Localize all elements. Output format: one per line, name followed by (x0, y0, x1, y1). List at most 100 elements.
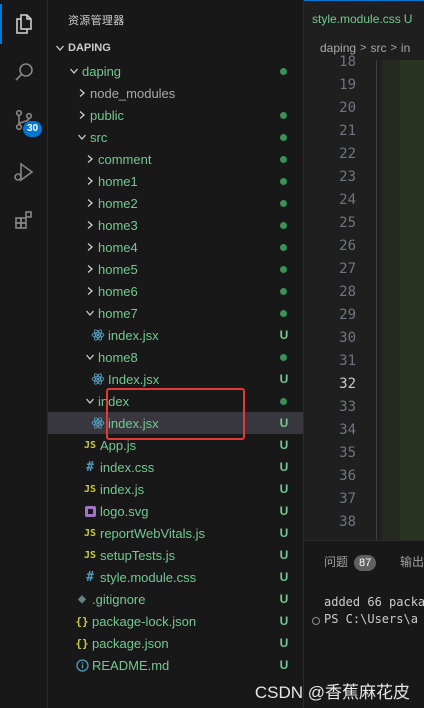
modified-dot-icon (280, 266, 287, 273)
js-icon: JS (83, 439, 97, 451)
tree-folder-item[interactable]: home5 (48, 258, 303, 280)
tree-folder-item[interactable]: public (48, 104, 303, 126)
breadcrumb-item[interactable]: in (401, 41, 410, 55)
workspace-root[interactable]: DAPING (48, 37, 303, 59)
editor-tab[interactable]: style.module.css U (304, 0, 424, 36)
search-button[interactable] (0, 48, 48, 96)
tree-item-label: home8 (98, 349, 138, 365)
line-number: 37 (339, 491, 356, 507)
tree-item-label: style.module.css (100, 569, 197, 585)
tree-folder-item[interactable]: home7 (48, 302, 303, 324)
tree-folder-item[interactable]: daping (48, 60, 303, 82)
editor-tab-label: style.module.css (312, 11, 401, 26)
line-number: 27 (339, 261, 356, 277)
tree-file-item[interactable]: # style.module.css U (48, 566, 303, 588)
tree-folder-item[interactable]: home8 (48, 346, 303, 368)
tree-item-label: home1 (98, 173, 138, 189)
chevron-right-icon (74, 85, 90, 101)
tab-problems[interactable]: 问题 87 (324, 553, 377, 571)
explorer-button[interactable] (0, 0, 48, 48)
tree-file-item[interactable]: {} package.json U (48, 632, 303, 654)
untracked-status: U (279, 658, 289, 672)
tree-file-item[interactable]: JS App.js U (48, 434, 303, 456)
tree-folder-item[interactable]: home6 (48, 280, 303, 302)
untracked-status: U (279, 416, 289, 430)
line-number: 29 (339, 307, 356, 323)
modified-dot-icon (280, 244, 287, 251)
info-icon (74, 657, 90, 673)
js-icon: JS (83, 483, 97, 495)
tree-file-item[interactable]: JS setupTests.js U (48, 544, 303, 566)
chevron-right-icon: > (390, 42, 397, 54)
react-icon (90, 415, 106, 431)
json-icon: {} (75, 636, 89, 650)
react-icon (90, 371, 106, 387)
tree-item-label: index (98, 393, 130, 409)
run-debug-button[interactable] (0, 148, 48, 196)
breadcrumb-item[interactable]: src (370, 41, 386, 55)
tree-item-label: home5 (98, 261, 138, 277)
tree-item-label: daping (82, 63, 122, 79)
untracked-status: U (279, 526, 289, 540)
tree-item-label: src (90, 129, 108, 145)
tree-file-item[interactable]: index.jsx U (48, 412, 303, 434)
chevron-right-icon: > (360, 42, 367, 54)
untracked-status: U (279, 328, 289, 342)
breadcrumb-item[interactable]: daping (320, 41, 356, 55)
line-number: 32 (339, 376, 356, 392)
svg-icon (82, 503, 98, 519)
css-hash-icon: # (86, 459, 94, 475)
untracked-status: U (279, 614, 289, 628)
untracked-status: U (279, 592, 289, 606)
tree-item-label: home3 (98, 217, 138, 233)
tree-file-item[interactable]: {} package-lock.json U (48, 610, 303, 632)
line-number: 22 (339, 146, 356, 162)
extensions-icon (15, 211, 32, 229)
line-number: 36 (339, 468, 356, 484)
line-number: 35 (339, 445, 356, 461)
editor-area: style.module.css U daping > src > in 18 19 20 2… (303, 0, 424, 540)
chevron-right-icon (74, 107, 90, 123)
tree-folder-item[interactable]: home1 (48, 170, 303, 192)
tree-item-label: home7 (98, 305, 138, 321)
tree-folder-item[interactable]: comment (48, 148, 303, 170)
source-control-button[interactable]: 30 (0, 96, 48, 144)
tree-item-label: index.jsx (108, 327, 159, 343)
tree-item-label: .gitignore (92, 591, 146, 607)
tree-folder-item[interactable]: node_modules (48, 82, 303, 104)
tree-item-label: package-lock.json (92, 613, 197, 629)
tree-item-label: package.json (92, 635, 169, 651)
tree-file-item[interactable]: JS reportWebVitals.js U (48, 522, 303, 544)
tree-folder-item[interactable]: index (48, 390, 303, 412)
chevron-down-icon (82, 349, 98, 365)
source-control-badge: 30 (23, 121, 43, 137)
line-number: 18 (339, 54, 356, 70)
untracked-status: U (279, 372, 289, 386)
tree-item-label: home4 (98, 239, 138, 255)
modified-dot-icon (280, 310, 287, 317)
tree-file-item[interactable]: README.md U (48, 654, 303, 676)
tree-item-label: index.jsx (108, 415, 159, 431)
tree-item-label: Index.jsx (108, 371, 160, 387)
files-icon (16, 14, 32, 34)
tree-item-label: App.js (100, 437, 137, 453)
tree-file-item[interactable]: Index.jsx U (48, 368, 303, 390)
terminal-prompt[interactable]: PS C:\Users\a (324, 612, 418, 626)
tree-item-label: setupTests.js (100, 547, 176, 563)
tree-file-item[interactable]: JS index.js U (48, 478, 303, 500)
tree-file-item[interactable]: index.jsx U (48, 324, 303, 346)
tab-output[interactable]: 输出 (400, 553, 424, 570)
tree-folder-item[interactable]: home4 (48, 236, 303, 258)
untracked-status: U (279, 570, 289, 584)
extensions-button[interactable] (0, 196, 48, 244)
line-number: 33 (339, 399, 356, 415)
line-number: 28 (339, 284, 356, 300)
problems-label: 问题 (324, 555, 349, 569)
tree-folder-item[interactable]: src (48, 126, 303, 148)
line-number: 34 (339, 422, 356, 438)
tree-folder-item[interactable]: home3 (48, 214, 303, 236)
tree-file-item[interactable]: # index.css U (48, 456, 303, 478)
tree-file-item[interactable]: ◆ .gitignore U (48, 588, 303, 610)
tree-folder-item[interactable]: home2 (48, 192, 303, 214)
tree-file-item[interactable]: logo.svg U (48, 500, 303, 522)
